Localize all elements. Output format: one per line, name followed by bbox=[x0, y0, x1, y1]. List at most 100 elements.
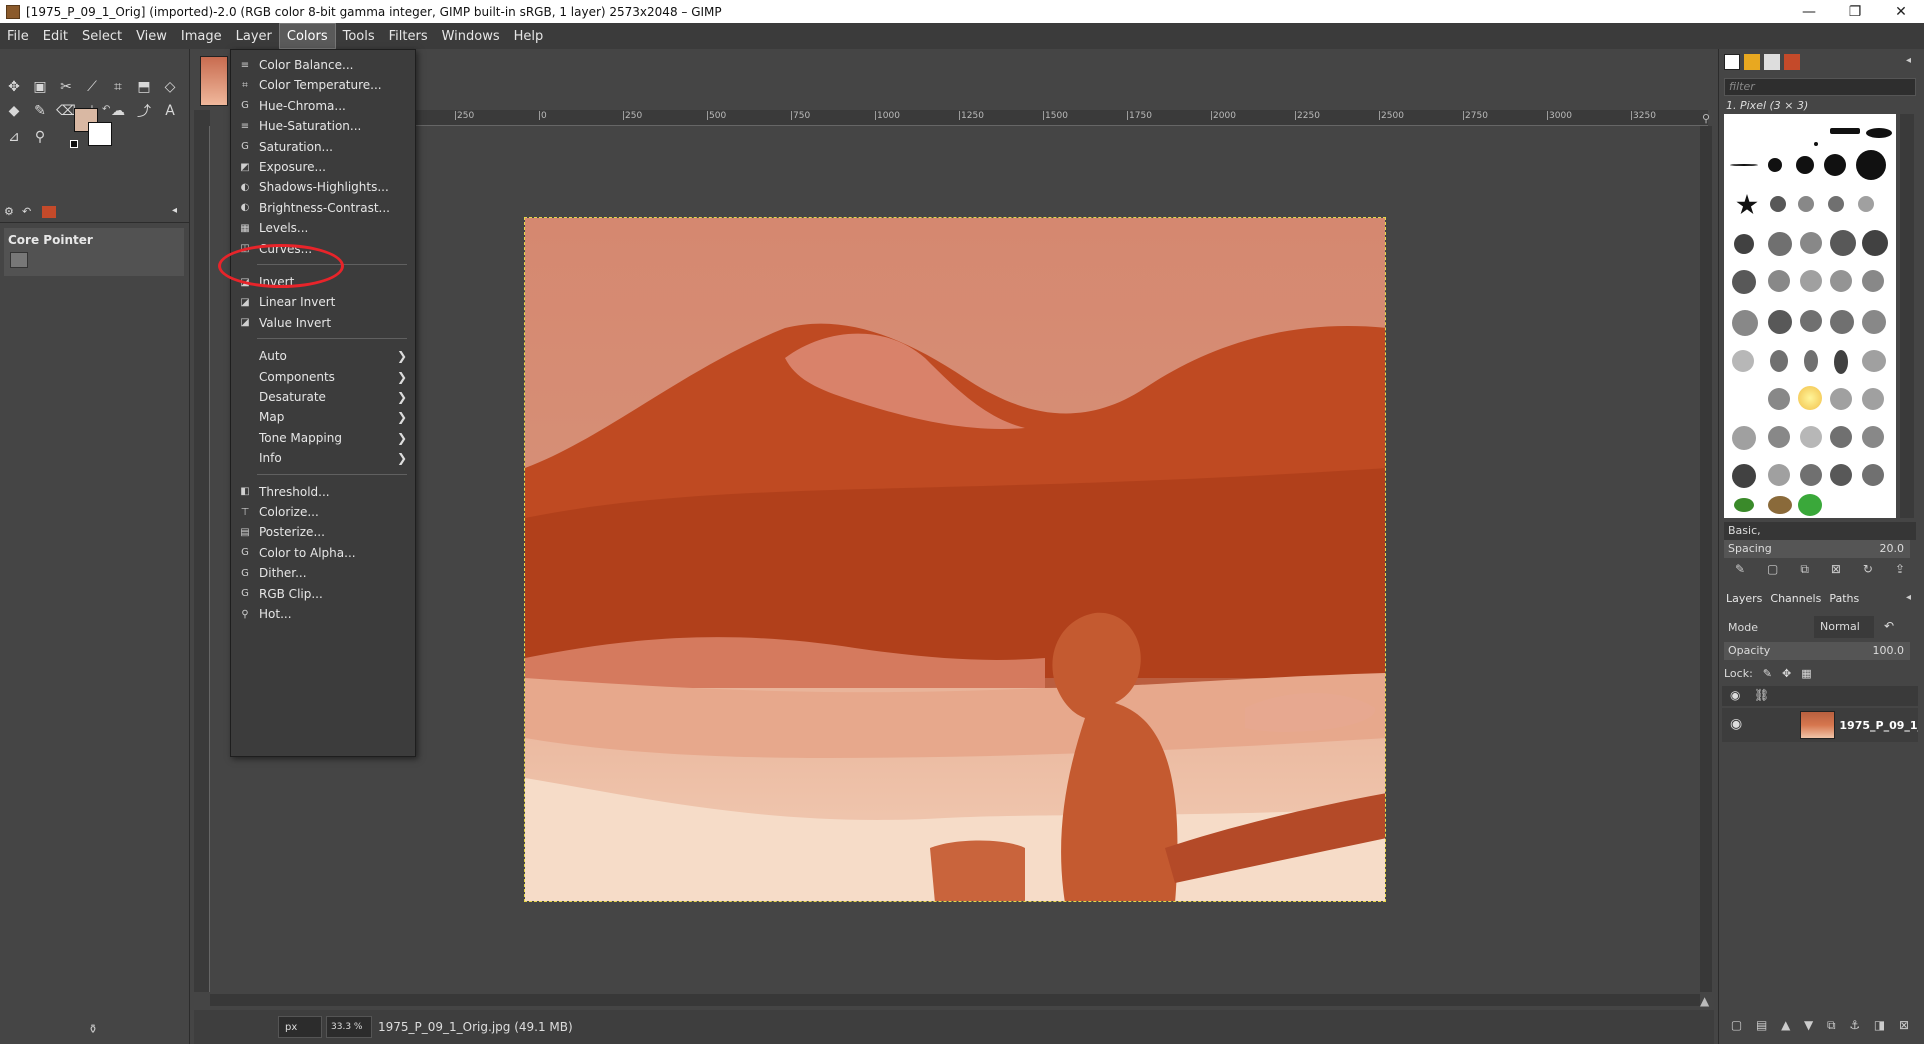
brush-splatter-03[interactable] bbox=[1828, 196, 1844, 212]
brush-texture-12[interactable] bbox=[1768, 310, 1792, 334]
rect-select-tool-icon[interactable]: ▣ bbox=[29, 76, 51, 98]
brush-texture-29[interactable] bbox=[1732, 464, 1756, 488]
brush-texture-05[interactable] bbox=[1862, 230, 1888, 256]
brush-circle-03[interactable] bbox=[1768, 158, 1782, 172]
menu-item-brightness-contrast[interactable]: ◐ Brightness-Contrast... bbox=[231, 197, 415, 219]
maximize-button[interactable]: ❐ bbox=[1832, 0, 1878, 23]
open-brush-as-image-icon[interactable]: ⇪ bbox=[1895, 562, 1905, 582]
navigate-icon[interactable]: ▲ bbox=[1700, 994, 1709, 1008]
edit-brush-icon[interactable]: ✎ bbox=[1735, 562, 1745, 582]
minimize-button[interactable]: — bbox=[1786, 0, 1832, 23]
menu-item-desaturate[interactable]: Desaturate ❯ bbox=[231, 386, 415, 408]
brush-grid[interactable] bbox=[1724, 114, 1896, 518]
menu-help[interactable]: Help bbox=[507, 23, 551, 49]
brush-block-02[interactable] bbox=[1866, 128, 1892, 138]
menu-tools[interactable]: Tools bbox=[336, 23, 382, 49]
brush-texture-15[interactable] bbox=[1862, 310, 1886, 334]
brushes-tab-icon[interactable] bbox=[1724, 54, 1740, 70]
menu-item-hot[interactable]: ⚲ Hot... bbox=[231, 603, 415, 625]
brush-texture-30[interactable] bbox=[1768, 464, 1790, 486]
zoom-select[interactable]: 33.3 % bbox=[326, 1016, 372, 1038]
menu-item-levels[interactable]: ▦ Levels... bbox=[231, 217, 415, 239]
brush-texture-32[interactable] bbox=[1830, 464, 1852, 486]
brush-texture-27[interactable] bbox=[1830, 426, 1852, 448]
menu-colors[interactable]: Colors bbox=[278, 23, 336, 49]
brush-texture-28[interactable] bbox=[1862, 426, 1884, 448]
brush-texture-26[interactable] bbox=[1800, 426, 1822, 448]
brush-texture-09[interactable] bbox=[1830, 270, 1852, 292]
menu-edit[interactable]: Edit bbox=[36, 23, 75, 49]
raise-layer-icon[interactable]: ▲ bbox=[1781, 1018, 1790, 1038]
menu-item-color-to-alpha[interactable]: G Color to Alpha... bbox=[231, 542, 415, 564]
patterns-tab-icon[interactable] bbox=[1744, 54, 1760, 70]
ruler-corner[interactable] bbox=[194, 110, 210, 126]
brush-texture-02[interactable] bbox=[1768, 232, 1792, 256]
brush-splatter-01[interactable] bbox=[1770, 196, 1786, 212]
fonts-tab-icon[interactable] bbox=[1764, 54, 1780, 70]
brush-texture-01[interactable] bbox=[1734, 234, 1754, 254]
menu-item-color-balance[interactable]: ≡ Color Balance... bbox=[231, 54, 415, 76]
brush-texture-25[interactable] bbox=[1768, 426, 1790, 448]
brush-splatter-04[interactable] bbox=[1858, 196, 1874, 212]
free-select-tool-icon[interactable]: ✂ bbox=[55, 76, 77, 98]
menu-item-map[interactable]: Map ❯ bbox=[231, 406, 415, 428]
crop-tool-icon[interactable]: ⌗ bbox=[107, 76, 129, 98]
brush-preset-select[interactable]: Basic, bbox=[1724, 522, 1916, 540]
default-colors-icon[interactable] bbox=[70, 140, 78, 148]
menu-view[interactable]: View bbox=[129, 23, 174, 49]
zoom-tool-icon[interactable]: ⚲ bbox=[29, 126, 51, 148]
brush-texture-16[interactable] bbox=[1732, 350, 1754, 372]
brush-texture-21[interactable] bbox=[1768, 388, 1790, 410]
mode-reset-icon[interactable]: ↶ bbox=[1884, 619, 1894, 633]
duplicate-layer-icon[interactable]: ⧉ bbox=[1827, 1018, 1836, 1038]
brush-line[interactable] bbox=[1730, 164, 1758, 166]
menu-item-auto[interactable]: Auto ❯ bbox=[231, 345, 415, 367]
layers-dock-menu-icon[interactable]: ◂ bbox=[1906, 592, 1911, 603]
menu-layer[interactable]: Layer bbox=[229, 23, 279, 49]
new-layer-icon[interactable]: ▢ bbox=[1731, 1018, 1742, 1038]
brush-circle-05[interactable] bbox=[1796, 156, 1814, 174]
brush-texture-11[interactable] bbox=[1732, 310, 1758, 336]
menu-filters[interactable]: Filters bbox=[382, 23, 435, 49]
brush-wilber[interactable] bbox=[1768, 496, 1792, 514]
brush-texture-19[interactable] bbox=[1834, 350, 1848, 374]
menu-windows[interactable]: Windows bbox=[435, 23, 507, 49]
close-button[interactable]: ✕ bbox=[1878, 0, 1924, 23]
unit-select[interactable]: px bbox=[278, 1016, 322, 1038]
canvas-vertical-scrollbar[interactable] bbox=[1700, 126, 1712, 992]
menu-item-threshold[interactable]: ◧ Threshold... bbox=[231, 481, 415, 503]
brush-sparkle[interactable] bbox=[1798, 386, 1822, 410]
new-layer-group-icon[interactable]: ▤ bbox=[1756, 1018, 1767, 1038]
document-history-tab-icon[interactable] bbox=[1784, 54, 1800, 70]
unified-transform-tool-icon[interactable]: ⬒ bbox=[133, 76, 155, 98]
measure-tool-icon[interactable]: ⊿ bbox=[3, 126, 25, 148]
brush-texture-20[interactable] bbox=[1862, 350, 1886, 372]
text-tool-icon[interactable]: A bbox=[159, 100, 181, 122]
menu-item-shadows-highlights[interactable]: ◐ Shadows-Highlights... bbox=[231, 176, 415, 198]
brush-pepper[interactable] bbox=[1798, 494, 1822, 516]
brush-filter-input[interactable]: filter bbox=[1724, 78, 1916, 96]
brush-block-01[interactable] bbox=[1830, 128, 1860, 134]
brush-circle-11[interactable] bbox=[1856, 150, 1886, 180]
warp-transform-tool-icon[interactable]: ◇ bbox=[159, 76, 181, 98]
brush-texture-24[interactable] bbox=[1732, 426, 1756, 450]
brush-texture-22[interactable] bbox=[1830, 388, 1852, 410]
menu-item-hue-chroma[interactable]: G Hue-Chroma... bbox=[231, 95, 415, 117]
menu-item-exposure[interactable]: ◩ Exposure... bbox=[231, 156, 415, 178]
panel-menu-icon[interactable]: ◂ bbox=[172, 205, 177, 216]
move-tool-icon[interactable]: ✥ bbox=[3, 76, 25, 98]
brush-texture-18[interactable] bbox=[1804, 350, 1818, 372]
layer-visibility-icon[interactable]: ◉ bbox=[1730, 716, 1742, 732]
mask-layer-icon[interactable]: ◨ bbox=[1874, 1018, 1885, 1038]
brush-texture-33[interactable] bbox=[1862, 464, 1884, 486]
menu-item-posterize[interactable]: ▤ Posterize... bbox=[231, 521, 415, 543]
layer-row[interactable]: ◉ 1975_P_09_1_Orig.jpg bbox=[1722, 708, 1918, 742]
duplicate-brush-icon[interactable]: ⧉ bbox=[1800, 562, 1809, 582]
menu-item-linear-invert[interactable]: ◪ Linear Invert bbox=[231, 291, 415, 313]
menu-item-value-invert[interactable]: ◪ Value Invert bbox=[231, 312, 415, 334]
paths-tool-icon[interactable]: ⤴ bbox=[133, 100, 155, 122]
menu-item-hue-saturation[interactable]: ≡ Hue-Saturation... bbox=[231, 115, 415, 137]
menu-file[interactable]: File bbox=[0, 23, 36, 49]
brush-texture-07[interactable] bbox=[1768, 270, 1790, 292]
brush-texture-10[interactable] bbox=[1862, 270, 1884, 292]
